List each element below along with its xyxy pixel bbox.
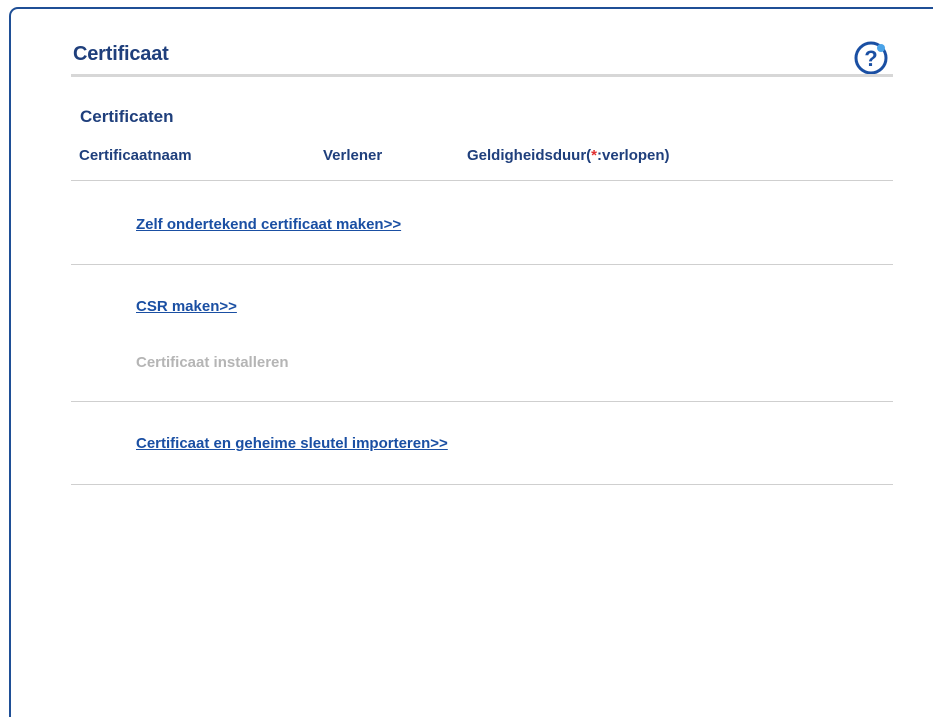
svg-text:?: ? — [864, 46, 877, 71]
certificates-section-title: Certificaten — [80, 107, 174, 126]
divider — [71, 484, 893, 485]
create-csr-link[interactable]: CSR maken>> — [136, 298, 237, 315]
validity-label-prefix: Geldigheidsduur( — [467, 147, 592, 164]
validity-label-suffix: :verlopen) — [597, 147, 670, 164]
column-header-issuer: Verlener — [323, 147, 383, 164]
column-header-validity: Geldigheidsduur(*:verlopen) — [467, 147, 670, 164]
title-divider — [71, 74, 893, 77]
column-header-certificate-name: Certificaatnaam — [79, 147, 192, 164]
divider — [71, 401, 893, 402]
divider — [71, 264, 893, 265]
import-certificate-and-private-key-link[interactable]: Certificaat en geheime sleutel importere… — [136, 435, 448, 452]
create-self-signed-certificate-link[interactable]: Zelf ondertekend certificaat maken>> — [136, 216, 401, 233]
divider — [71, 180, 893, 181]
page-title: Certificaat — [73, 43, 169, 65]
help-question-icon[interactable]: ? — [853, 40, 889, 76]
install-certificate-disabled: Certificaat installeren — [136, 354, 289, 371]
